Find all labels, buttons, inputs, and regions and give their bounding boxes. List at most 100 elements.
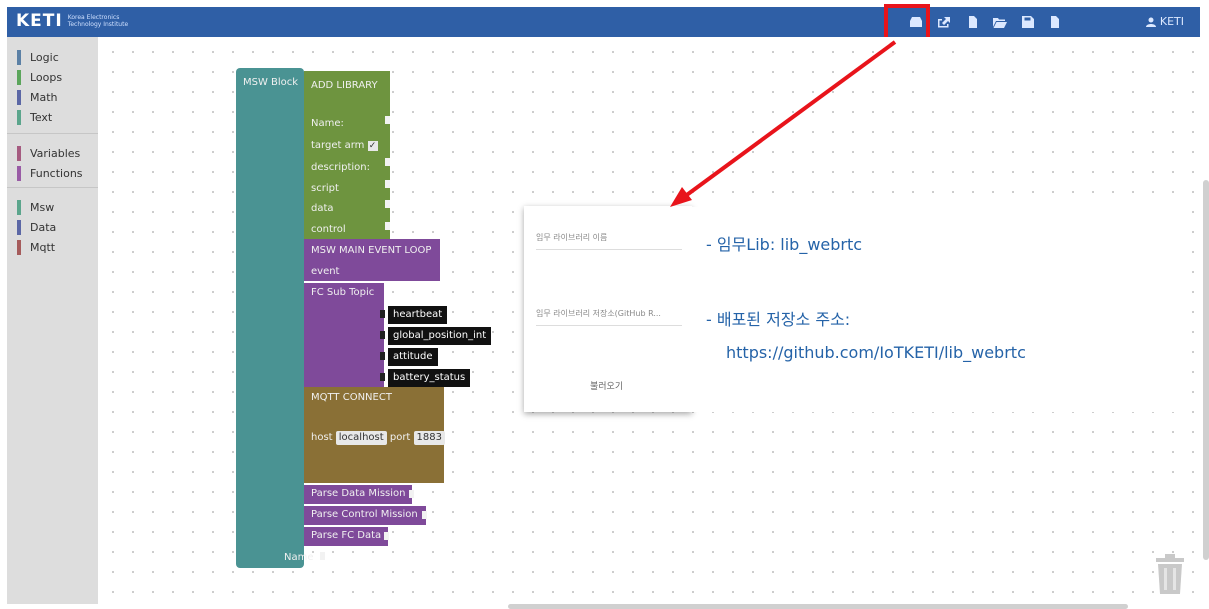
sidebar-item-logic[interactable]: Logic — [17, 49, 59, 65]
target-checkbox[interactable]: ✓ — [367, 141, 378, 151]
description-connector — [385, 158, 390, 166]
new-file-icon — [969, 16, 977, 28]
topic-attitude[interactable]: attitude — [388, 348, 438, 366]
category-color-bar — [17, 109, 21, 125]
logo-subtitle-line2: Technology Institute — [67, 21, 129, 28]
fc-sub-topic-title: FC Sub Topic — [311, 287, 375, 298]
logo-subtitle: Korea Electronics Technology Institute — [68, 14, 128, 28]
top-toolbar: KETI Korea Electronics Technology Instit… — [7, 7, 1200, 37]
trash-can-icon[interactable] — [1154, 550, 1186, 594]
save-as-icon — [1051, 16, 1059, 28]
sidebar-item-label: Msw — [30, 200, 55, 214]
save-button[interactable] — [1017, 11, 1039, 33]
category-color-bar — [17, 199, 21, 215]
parse-control-mission-label: Parse Control Mission — [311, 509, 418, 520]
sidebar-item-loops[interactable]: Loops — [17, 69, 62, 85]
user-icon — [1145, 17, 1156, 27]
sidebar-separator — [7, 187, 98, 188]
logo-text: KETI — [16, 11, 63, 31]
annotation-callout: - 임무Lib: lib_webrtc - 배포된 저장소 주소: https:… — [692, 207, 1176, 412]
parse-fc-connector — [384, 532, 389, 540]
sidebar-item-label: Functions — [30, 166, 83, 180]
category-color-bar — [17, 239, 21, 255]
callout-library-name: - 임무Lib: lib_webrtc — [706, 235, 863, 254]
script-connector — [385, 180, 390, 188]
open-folder-button[interactable] — [989, 11, 1011, 33]
topic-global-position-int[interactable]: global_position_int — [388, 327, 492, 345]
parse-control-connector — [422, 511, 427, 519]
category-color-bar — [17, 145, 21, 161]
add-library-title: ADD LIBRARY — [311, 80, 378, 91]
fc-sub-topic-block[interactable] — [304, 283, 384, 387]
sidebar-separator — [7, 133, 98, 134]
mqtt-connect-fields: host localhost port 1883 — [311, 431, 445, 445]
category-color-bar — [17, 49, 21, 65]
sidebar-item-label: Text — [30, 110, 53, 124]
name-input-connector — [320, 552, 325, 560]
sidebar-item-label: Logic — [30, 50, 59, 64]
port-value-field[interactable]: 1883 — [413, 431, 445, 445]
sidebar-item-variables[interactable]: Variables — [17, 145, 80, 161]
save-as-button[interactable] — [1044, 11, 1066, 33]
keti-logo: KETI Korea Electronics Technology Instit… — [16, 11, 128, 31]
topic-connector — [380, 352, 385, 360]
new-file-button[interactable] — [962, 11, 984, 33]
port-label: port — [389, 432, 411, 443]
topic-connector — [380, 331, 385, 339]
category-color-bar — [17, 89, 21, 105]
export-icon — [938, 17, 950, 28]
library-repo-input[interactable]: 임무 라이브러리 저장소(GitHub R... — [536, 303, 682, 326]
block-category-sidebar: Logic Loops Math Text Variables Functions Msw D… — [7, 37, 98, 604]
category-color-bar — [17, 69, 21, 85]
msw-block-name-label: Name — [284, 552, 314, 563]
sidebar-item-label: Loops — [30, 70, 63, 84]
load-library-dialog: 임무 라이브러리 이름 임무 라이브러리 저장소(GitHub R... 불러오… — [524, 206, 692, 412]
parse-data-connector — [409, 490, 414, 498]
parse-data-mission-label: Parse Data Mission — [311, 488, 406, 499]
target-label: target arm — [311, 140, 365, 151]
host-value-field[interactable]: localhost — [335, 431, 387, 445]
data-connector — [385, 200, 390, 208]
topic-connector — [380, 310, 385, 318]
topic-heartbeat[interactable]: heartbeat — [388, 306, 448, 324]
msw-block[interactable] — [236, 68, 304, 568]
save-icon — [1022, 16, 1034, 28]
add-library-control-field: control — [311, 224, 346, 235]
sidebar-item-text[interactable]: Text — [17, 109, 52, 125]
sidebar-item-mqtt[interactable]: Mqtt — [17, 239, 55, 255]
sidebar-item-label: Math — [30, 90, 58, 104]
main-event-loop-event: event — [311, 266, 340, 277]
sidebar-item-label: Data — [30, 220, 57, 234]
user-menu[interactable]: KETI — [1145, 15, 1184, 28]
workspace-vertical-scrollbar[interactable] — [1203, 180, 1209, 560]
main-event-loop-title: MSW MAIN EVENT LOOP — [311, 245, 432, 256]
parse-fc-data-label: Parse FC Data — [311, 530, 382, 541]
msw-block-title: MSW Block — [243, 77, 299, 88]
sidebar-item-msw[interactable]: Msw — [17, 199, 54, 215]
logo-subtitle-line1: Korea Electronics — [67, 14, 120, 21]
add-library-description-field: description: — [311, 162, 370, 173]
sidebar-item-data[interactable]: Data — [17, 219, 56, 235]
sidebar-item-functions[interactable]: Functions — [17, 165, 83, 181]
workspace-horizontal-scrollbar[interactable] — [508, 604, 1128, 609]
sidebar-item-label: Mqtt — [30, 240, 56, 254]
control-connector — [385, 222, 390, 230]
load-button[interactable]: 불러오기 — [590, 379, 623, 392]
mqtt-connect-title: MQTT CONNECT — [311, 392, 392, 403]
category-color-bar — [17, 165, 21, 181]
add-library-data-field: data — [311, 203, 334, 214]
add-library-target-field: target arm ✓ — [311, 140, 378, 151]
add-library-script-field: script — [311, 183, 339, 194]
open-folder-icon — [993, 17, 1007, 28]
user-name: KETI — [1159, 15, 1184, 28]
sidebar-item-math[interactable]: Math — [17, 89, 58, 105]
callout-repo-url: https://github.com/IoTKETI/lib_webrtc — [726, 343, 1026, 362]
topic-connector — [380, 373, 385, 381]
host-label: host — [311, 432, 333, 443]
export-button[interactable] — [933, 11, 955, 33]
add-library-name-field: Name: — [311, 118, 344, 129]
category-color-bar — [17, 219, 21, 235]
sidebar-item-label: Variables — [30, 146, 81, 160]
library-name-input[interactable]: 임무 라이브러리 이름 — [536, 227, 682, 250]
topic-battery-status[interactable]: battery_status — [388, 369, 471, 387]
